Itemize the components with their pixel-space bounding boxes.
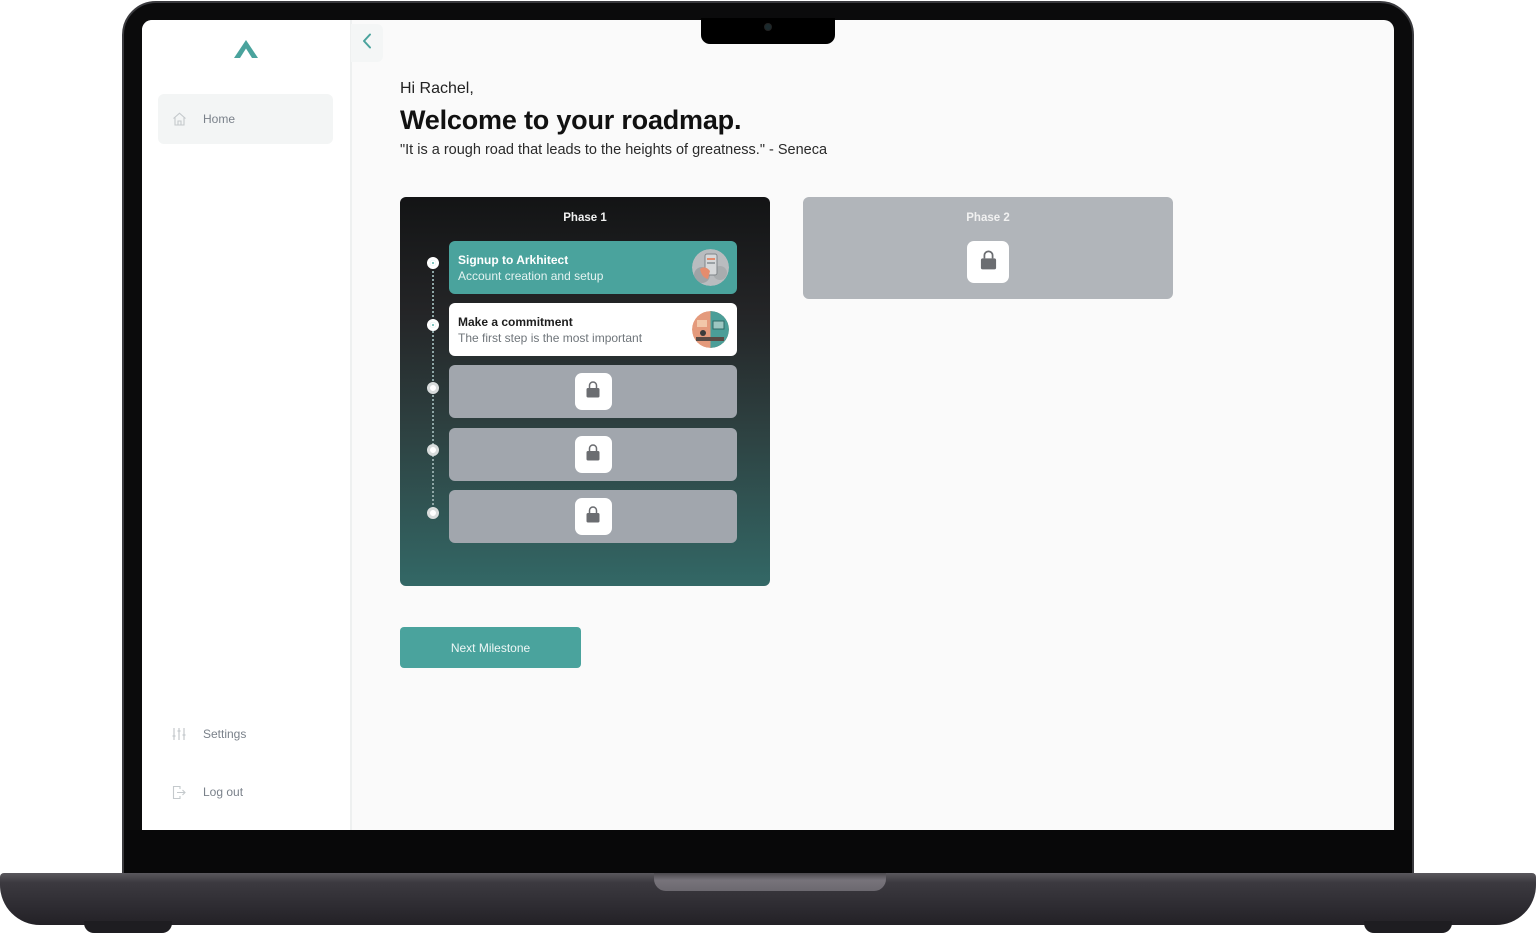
greeting: Hi Rachel, [400,80,474,97]
timeline-dot [427,507,439,519]
lock-icon [586,380,600,403]
timeline-dot [427,382,439,394]
lock-icon [586,443,600,466]
timeline-dot [427,319,439,331]
collapse-sidebar-button[interactable] [351,24,383,62]
phase-title: Phase 2 [966,212,1010,224]
step-title: Signup to Arkhitect [458,252,569,267]
lock-badge [574,498,612,535]
step-description: Account creation and setup [458,268,604,283]
chevron-left-icon [362,33,372,54]
step-description: The first step is the most important [458,330,643,345]
sidebar-item-home[interactable]: Home [158,94,333,144]
app-screen: Home Settings Log out Hi Rachel, Welcome… [142,20,1394,830]
app-logo-icon[interactable] [234,40,258,58]
sidebar-item-settings[interactable]: Settings [158,709,333,759]
laptop-bezel [124,830,1412,874]
laptop-foot [1364,921,1452,933]
quote: "It is a rough road that leads to the he… [400,142,828,158]
lock-badge [574,373,612,410]
sidebar-item-logout[interactable]: Log out [158,767,333,817]
laptop-hinge-groove [654,873,886,891]
timeline-dot [427,257,439,269]
step-card-commitment[interactable]: Make a commitment The first step is the … [449,303,737,356]
phase-2-card[interactable]: Phase 2 [803,197,1173,299]
lock-badge [967,241,1009,283]
sidebar-item-label: Log out [203,785,244,799]
step-illustration-image [692,249,729,286]
step-card-signup[interactable]: Signup to Arkhitect Account creation and… [449,241,737,294]
step-title: Make a commitment [458,314,573,329]
timeline-dot [427,444,439,456]
laptop-foot [84,921,172,933]
page-title: Welcome to your roadmap. [400,105,742,135]
camera-icon [765,24,771,30]
phase-title: Phase 1 [563,212,607,224]
sidebar-item-label: Settings [203,727,247,741]
phase-1-card: Phase 1 Signup to Arkhitect Account crea… [400,197,770,586]
step-card-locked[interactable] [449,490,737,543]
step-card-locked[interactable] [449,365,737,418]
step-illustration-image [692,311,729,348]
home-icon [171,111,187,127]
sliders-icon [171,726,187,742]
next-milestone-button[interactable]: Next Milestone [400,627,581,668]
lock-badge [574,436,612,473]
lock-icon [980,249,997,275]
lock-icon [586,505,600,528]
sidebar: Home Settings Log out [142,20,352,830]
step-card-locked[interactable] [449,428,737,481]
logout-icon [171,784,187,800]
sidebar-item-label: Home [203,112,236,126]
camera-notch [701,18,835,44]
